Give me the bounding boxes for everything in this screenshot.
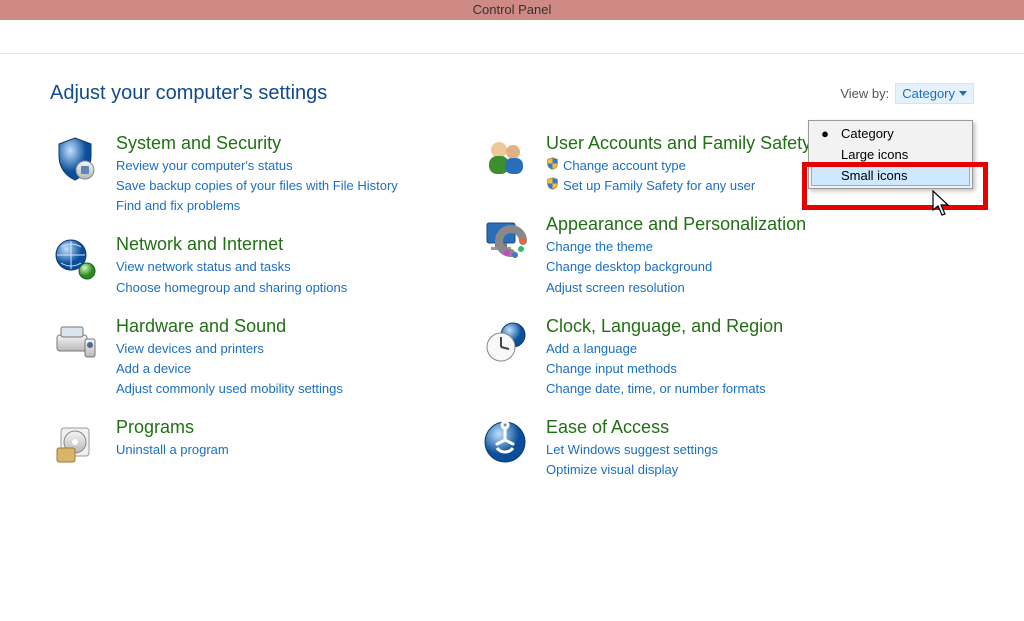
category-body: System and SecurityReview your computer'… (116, 133, 398, 216)
viewby-selected-text: Category (902, 86, 955, 101)
link-text: Review your computer's status (116, 156, 293, 176)
viewby-menu-item-small-icons[interactable]: Small icons (811, 165, 970, 186)
category-link[interactable]: Set up Family Safety for any user (546, 176, 811, 196)
category-link[interactable]: Save backup copies of your files with Fi… (116, 176, 398, 196)
category-body: Clock, Language, and RegionAdd a languag… (546, 316, 783, 399)
category-body: Hardware and SoundView devices and print… (116, 316, 343, 399)
category-block: Ease of AccessLet Windows suggest settin… (480, 417, 900, 480)
link-text: Change account type (563, 156, 686, 176)
category-block: Hardware and SoundView devices and print… (50, 316, 460, 399)
category-link[interactable]: Optimize visual display (546, 460, 718, 480)
link-text: Change the theme (546, 237, 653, 257)
category-link[interactable]: Adjust commonly used mobility settings (116, 379, 343, 399)
viewby-dropdown-button[interactable]: Category (895, 83, 974, 104)
link-text: Add a device (116, 359, 191, 379)
menu-item-label: Large icons (841, 147, 908, 162)
link-text: Add a language (546, 339, 637, 359)
category-link[interactable]: Let Windows suggest settings (546, 440, 718, 460)
appearance-icon (480, 214, 530, 264)
category-block: ProgramsUninstall a program (50, 417, 460, 467)
link-text: Uninstall a program (116, 440, 229, 460)
viewby-menu: ● Category Large icons Small icons (808, 120, 973, 189)
link-text: Save backup copies of your files with Fi… (116, 176, 398, 196)
link-text: Set up Family Safety for any user (563, 176, 755, 196)
category-block: System and SecurityReview your computer'… (50, 133, 460, 216)
link-text: Choose homegroup and sharing options (116, 278, 347, 298)
ease-of-access-icon (480, 417, 530, 467)
category-link[interactable]: Review your computer's status (116, 156, 398, 176)
category-block: Network and InternetView network status … (50, 234, 460, 297)
category-block: Appearance and PersonalizationChange the… (480, 214, 900, 297)
radio-selected-icon: ● (817, 126, 833, 141)
clock-region-icon (480, 316, 530, 366)
chevron-down-icon (959, 91, 967, 96)
window-title: Control Panel (0, 0, 1024, 20)
link-text: Adjust commonly used mobility settings (116, 379, 343, 399)
category-body: Ease of AccessLet Windows suggest settin… (546, 417, 718, 480)
link-text: Change date, time, or number formats (546, 379, 766, 399)
category-link[interactable]: View network status and tasks (116, 257, 347, 277)
category-link[interactable]: Uninstall a program (116, 440, 229, 460)
category-link[interactable]: Change desktop background (546, 257, 806, 277)
category-body: ProgramsUninstall a program (116, 417, 229, 467)
menu-item-label: Category (841, 126, 894, 141)
category-block: Clock, Language, and RegionAdd a languag… (480, 316, 900, 399)
page-title: Adjust your computer's settings (50, 82, 327, 105)
toolbar-blank (0, 20, 1024, 54)
category-link[interactable]: Add a language (546, 339, 783, 359)
category-title[interactable]: Programs (116, 417, 229, 438)
uac-shield-icon (546, 156, 559, 176)
category-link[interactable]: Change the theme (546, 237, 806, 257)
content-area: Adjust your computer's settings View by:… (0, 54, 1024, 480)
category-title[interactable]: Network and Internet (116, 234, 347, 255)
viewby-menu-item-large-icons[interactable]: Large icons (811, 144, 970, 165)
category-link[interactable]: Find and fix problems (116, 196, 398, 216)
category-link[interactable]: Change date, time, or number formats (546, 379, 783, 399)
category-body: Appearance and PersonalizationChange the… (546, 214, 806, 297)
programs-icon (50, 417, 100, 467)
category-link[interactable]: View devices and printers (116, 339, 343, 359)
viewby-menu-item-category[interactable]: ● Category (811, 123, 970, 144)
link-text: Change input methods (546, 359, 677, 379)
system-security-icon (50, 133, 100, 183)
category-link[interactable]: Add a device (116, 359, 343, 379)
network-internet-icon (50, 234, 100, 284)
hardware-sound-icon (50, 316, 100, 366)
link-text: Adjust screen resolution (546, 278, 685, 298)
link-text: View network status and tasks (116, 257, 291, 277)
category-link[interactable]: Adjust screen resolution (546, 278, 806, 298)
category-title[interactable]: User Accounts and Family Safety (546, 133, 811, 154)
category-link[interactable]: Change input methods (546, 359, 783, 379)
uac-shield-icon (546, 176, 559, 196)
category-title[interactable]: Hardware and Sound (116, 316, 343, 337)
category-link[interactable]: Choose homegroup and sharing options (116, 278, 347, 298)
menu-item-label: Small icons (841, 168, 907, 183)
category-title[interactable]: Ease of Access (546, 417, 718, 438)
category-link[interactable]: Change account type (546, 156, 811, 176)
category-title[interactable]: Appearance and Personalization (546, 214, 806, 235)
header-row: Adjust your computer's settings View by:… (50, 82, 974, 105)
link-text: Change desktop background (546, 257, 712, 277)
link-text: Find and fix problems (116, 196, 240, 216)
link-text: View devices and printers (116, 339, 264, 359)
viewby-label: View by: (840, 86, 889, 101)
category-body: User Accounts and Family Safety Change a… (546, 133, 811, 196)
category-title[interactable]: Clock, Language, and Region (546, 316, 783, 337)
link-text: Optimize visual display (546, 460, 678, 480)
category-title[interactable]: System and Security (116, 133, 398, 154)
user-accounts-icon (480, 133, 530, 183)
viewby-control: View by: Category (840, 83, 974, 104)
category-body: Network and InternetView network status … (116, 234, 347, 297)
link-text: Let Windows suggest settings (546, 440, 718, 460)
